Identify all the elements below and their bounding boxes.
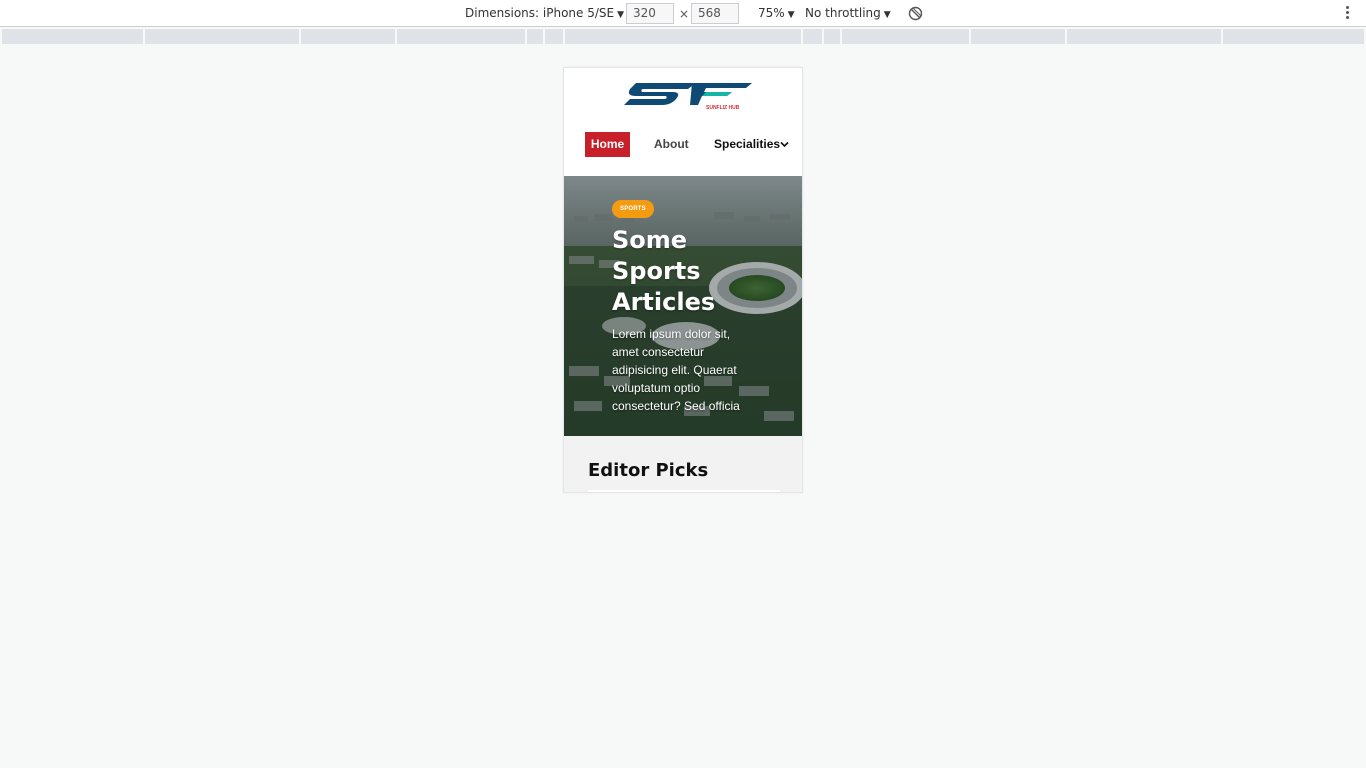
viewport-height-input[interactable]: 568 xyxy=(691,3,739,24)
rotate-icon[interactable] xyxy=(907,5,924,22)
hero-banner[interactable]: SPORTS Some Sports Articles Lorem ipsum … xyxy=(564,176,802,436)
device-viewport: SUNFLIZ HUB Home About Specialities SPOR… xyxy=(563,67,803,493)
media-query-bar[interactable] xyxy=(145,29,299,44)
media-query-bar[interactable] xyxy=(301,29,395,44)
throttling-label: No throttling xyxy=(805,6,881,20)
media-query-bar[interactable] xyxy=(1223,29,1364,44)
more-options-icon[interactable] xyxy=(1343,5,1351,22)
main-navigation: Home About Specialities xyxy=(564,132,802,158)
media-query-bar[interactable] xyxy=(565,29,801,44)
media-query-bar[interactable] xyxy=(527,29,543,44)
media-query-bar[interactable] xyxy=(397,29,525,44)
dimension-separator: × xyxy=(679,7,690,21)
caret-down-icon: ▼ xyxy=(617,10,625,20)
editor-picks-section: Editor Picks xyxy=(564,436,802,492)
media-query-bar[interactable] xyxy=(545,29,563,44)
caret-down-icon: ▼ xyxy=(883,10,891,20)
media-query-bar[interactable] xyxy=(842,29,969,44)
media-query-bar[interactable] xyxy=(824,29,840,44)
media-query-bar[interactable] xyxy=(2,29,143,44)
site-logo[interactable]: SUNFLIZ HUB xyxy=(622,81,754,111)
caret-down-icon: ▼ xyxy=(787,10,795,20)
media-query-bar[interactable] xyxy=(971,29,1065,44)
logo-tagline: SUNFLIZ HUB xyxy=(706,105,740,111)
device-dimensions-dropdown[interactable]: Dimensions: iPhone 5/SE ▼ xyxy=(465,0,624,27)
device-toolbar: Dimensions: iPhone 5/SE ▼ 320 × 568 75% ▼ … xyxy=(0,0,1366,27)
editor-picks-heading: Editor Picks xyxy=(588,460,709,481)
chevron-down-icon[interactable] xyxy=(780,141,789,148)
zoom-label: 75% xyxy=(758,6,785,20)
viewport-width-input[interactable]: 320 xyxy=(626,3,674,24)
media-query-bar[interactable] xyxy=(1067,29,1221,44)
nav-about-link[interactable]: About xyxy=(654,132,689,157)
category-badge[interactable]: SPORTS xyxy=(612,200,654,218)
media-query-bar[interactable] xyxy=(803,29,822,44)
media-query-ruler xyxy=(2,29,1364,44)
zoom-dropdown[interactable]: 75% ▼ xyxy=(758,0,795,27)
hero-title: Some Sports Articles xyxy=(612,226,716,316)
nav-home-link[interactable]: Home xyxy=(585,132,630,157)
nav-specialities-dropdown[interactable]: Specialities xyxy=(714,132,780,157)
hero-description: Lorem ipsum dolor sit, amet consectetur … xyxy=(612,327,740,413)
editor-pick-card[interactable] xyxy=(588,490,780,492)
throttling-dropdown[interactable]: No throttling ▼ xyxy=(805,0,891,27)
device-dimensions-label: Dimensions: iPhone 5/SE xyxy=(465,6,615,20)
